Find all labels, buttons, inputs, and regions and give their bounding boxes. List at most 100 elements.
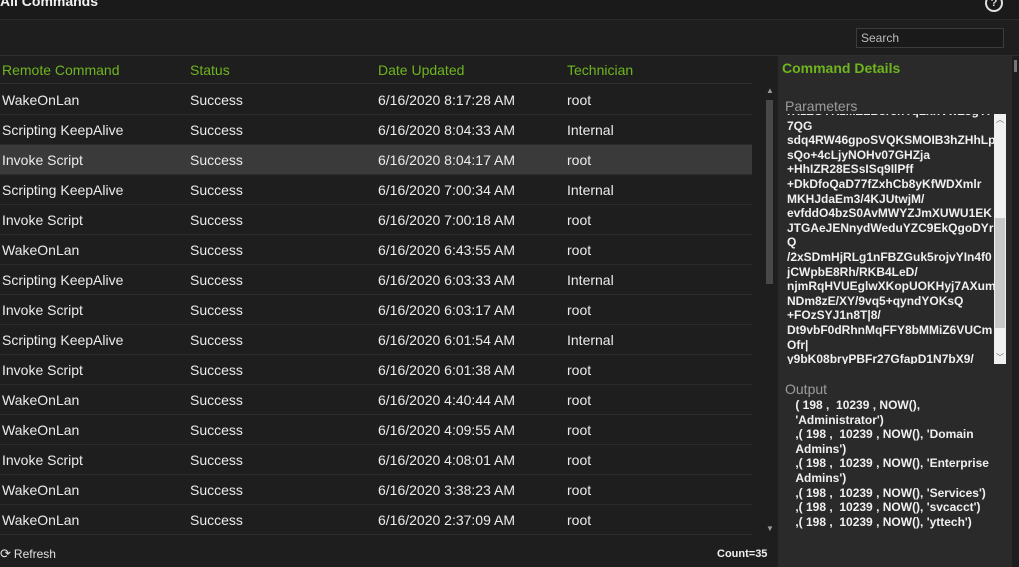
cell-status: Success xyxy=(190,182,243,198)
cell-status: Success xyxy=(190,212,243,228)
cell-remote-command: WakeOnLan xyxy=(2,392,80,408)
cell-remote-command: Invoke Script xyxy=(2,212,83,228)
cell-date-updated: 6/16/2020 7:00:18 AM xyxy=(378,212,515,228)
column-header-remote-command[interactable]: Remote Command xyxy=(2,62,120,78)
table-row[interactable]: Scripting KeepAlive Success 6/16/2020 8:04… xyxy=(0,115,752,145)
scroll-up-icon[interactable]: ▲ xyxy=(765,86,775,96)
table-row[interactable]: Scripting KeepAlive Success 6/16/2020 6:01… xyxy=(0,325,752,355)
cell-remote-command: Scripting KeepAlive xyxy=(2,182,124,198)
cell-remote-command: WakeOnLan xyxy=(2,512,80,528)
table-row[interactable]: Invoke Script Success 6/16/2020 7:00:18 AM… xyxy=(0,205,752,235)
cell-technician: Internal xyxy=(567,332,614,348)
cell-status: Success xyxy=(190,242,243,258)
table-row[interactable]: Invoke Script Success 6/16/2020 8:04:17 AM… xyxy=(0,145,752,175)
cell-date-updated: 6/16/2020 7:00:34 AM xyxy=(378,182,515,198)
footer: ⟳ Refresh Count=35 xyxy=(0,540,778,567)
cell-technician: root xyxy=(567,362,592,378)
cell-date-updated: 6/16/2020 6:03:33 AM xyxy=(378,272,515,288)
cell-date-updated: 6/16/2020 6:43:55 AM xyxy=(378,242,515,258)
cell-remote-command: Invoke Script xyxy=(2,302,83,318)
table-row[interactable]: Scripting KeepAlive Success 6/16/2020 6:03… xyxy=(0,265,752,295)
cell-technician: root xyxy=(567,392,592,408)
cell-date-updated: 6/16/2020 4:09:55 AM xyxy=(378,422,515,438)
details-title: Command Details xyxy=(782,60,901,76)
refresh-icon: ⟳ xyxy=(0,546,11,561)
table-row[interactable]: WakeOnLan Success 6/16/2020 4:40:44 AM root xyxy=(0,385,752,415)
cell-status: Success xyxy=(190,512,243,528)
column-header-date-updated[interactable]: Date Updated xyxy=(378,62,464,78)
scroll-thumb[interactable] xyxy=(766,100,773,284)
output-label: Output xyxy=(785,381,828,397)
parameters-scrollbar[interactable]: ︿ ﹀ xyxy=(994,114,1006,364)
cell-remote-command: Invoke Script xyxy=(2,452,83,468)
cell-technician: Internal xyxy=(567,272,614,288)
cell-remote-command: Invoke Script xyxy=(2,362,83,378)
table-row[interactable]: WakeOnLan Success 6/16/2020 8:17:28 AM root xyxy=(0,85,752,115)
help-icon[interactable]: ? xyxy=(985,0,1003,12)
chevron-down-icon[interactable]: ﹀ xyxy=(994,352,1006,364)
table-row[interactable]: Invoke Script Success 6/16/2020 4:08:01 AM… xyxy=(0,445,752,475)
cell-remote-command: WakeOnLan xyxy=(2,482,80,498)
table-row[interactable]: WakeOnLan Success 6/16/2020 2:37:09 AM root xyxy=(0,505,752,535)
cell-technician: root xyxy=(567,152,592,168)
cell-date-updated: 6/16/2020 4:40:44 AM xyxy=(378,392,515,408)
cell-status: Success xyxy=(190,152,243,168)
cell-remote-command: WakeOnLan xyxy=(2,422,80,438)
column-header-technician[interactable]: Technician xyxy=(567,62,633,78)
panel-edge-tick xyxy=(1014,60,1017,72)
cell-remote-command: Invoke Script xyxy=(2,152,83,168)
table-row[interactable]: Scripting KeepAlive Success 6/16/2020 7:00… xyxy=(0,175,752,205)
cell-remote-command: WakeOnLan xyxy=(2,92,80,108)
table-row[interactable]: Invoke Script Success 6/16/2020 6:03:17 AM… xyxy=(0,295,752,325)
record-count: Count=35 xyxy=(717,548,768,560)
cell-status: Success xyxy=(190,482,243,498)
cell-date-updated: 6/16/2020 8:04:33 AM xyxy=(378,122,515,138)
search-input[interactable] xyxy=(856,28,1004,48)
cell-technician: Internal xyxy=(567,122,614,138)
refresh-button[interactable]: ⟳ Refresh xyxy=(0,546,56,562)
table-row[interactable]: Invoke Script Success 6/16/2020 6:01:38 AM… xyxy=(0,355,752,385)
cell-status: Success xyxy=(190,92,243,108)
cell-status: Success xyxy=(190,452,243,468)
cell-date-updated: 6/16/2020 4:08:01 AM xyxy=(378,452,515,468)
cell-technician: root xyxy=(567,242,592,258)
parameters-scroll-thumb[interactable] xyxy=(995,218,1005,328)
cell-date-updated: 6/16/2020 6:03:17 AM xyxy=(378,302,515,318)
parameters-label: Parameters xyxy=(785,98,858,114)
cell-status: Success xyxy=(190,362,243,378)
window-title: All Commands xyxy=(0,0,99,9)
table-row[interactable]: WakeOnLan Success 6/16/2020 6:43:55 AM root xyxy=(0,235,752,265)
cell-remote-command: Scripting KeepAlive xyxy=(2,272,124,288)
cell-date-updated: 6/16/2020 3:38:23 AM xyxy=(378,482,515,498)
commands-grid: Remote Command Status Date Updated Techn… xyxy=(0,56,762,540)
cell-remote-command: WakeOnLan xyxy=(2,242,80,258)
cell-status: Success xyxy=(190,272,243,288)
cell-status: Success xyxy=(190,392,243,408)
refresh-label: Refresh xyxy=(13,547,56,561)
grid-rows: WakeOnLan Success 6/16/2020 8:17:28 AM root… xyxy=(0,85,752,535)
chevron-up-icon[interactable]: ︿ xyxy=(994,114,1006,126)
cell-status: Success xyxy=(190,422,243,438)
title-bar: All Commands ? xyxy=(0,0,1019,20)
table-row[interactable]: WakeOnLan Success 6/16/2020 3:38:23 AM root xyxy=(0,475,752,505)
cell-status: Success xyxy=(190,332,243,348)
cell-remote-command: Scripting KeepAlive xyxy=(2,332,124,348)
cell-remote-command: Scripting KeepAlive xyxy=(2,122,124,138)
column-header-status[interactable]: Status xyxy=(190,62,230,78)
grid-scrollbar[interactable]: ▲ ▼ xyxy=(764,84,776,540)
cell-date-updated: 6/16/2020 6:01:54 AM xyxy=(378,332,515,348)
cell-technician: root xyxy=(567,482,592,498)
toolbar xyxy=(0,20,1019,56)
parameters-textbox[interactable]: rHzZGYKzMZLBsr3nYqLxnVwZ8gYP7QG sdq4RW46… xyxy=(784,114,1006,364)
cell-date-updated: 6/16/2020 6:01:38 AM xyxy=(378,362,515,378)
cell-status: Success xyxy=(190,122,243,138)
cell-technician: Internal xyxy=(567,182,614,198)
cell-status: Success xyxy=(190,302,243,318)
panel-edge xyxy=(1012,56,1019,567)
table-row[interactable]: WakeOnLan Success 6/16/2020 4:09:55 AM root xyxy=(0,415,752,445)
cell-technician: root xyxy=(567,452,592,468)
scroll-down-icon[interactable]: ▼ xyxy=(765,524,775,534)
parameters-text: rHzZGYKzMZLBsr3nYqLxnVwZ8gYP7QG sdq4RW46… xyxy=(787,114,996,364)
cell-date-updated: 6/16/2020 8:17:28 AM xyxy=(378,92,515,108)
cell-technician: root xyxy=(567,212,592,228)
